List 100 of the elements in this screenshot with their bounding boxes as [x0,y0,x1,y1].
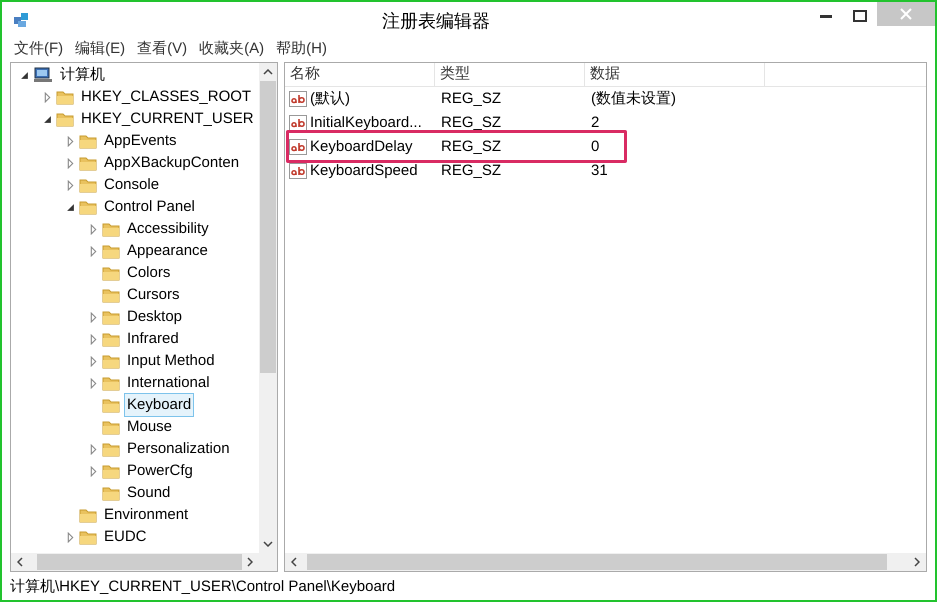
tree-item[interactable]: HKEY_CLASSES_ROOT [78,84,254,110]
tree-item[interactable]: HKEY_CURRENT_USER [78,106,257,132]
collapse-arrow-icon[interactable] [66,202,74,212]
folder-icon [79,177,97,193]
expand-arrow-icon[interactable] [44,92,50,102]
folder-icon [102,419,120,435]
expand-arrow-icon[interactable] [90,466,96,476]
tree-item[interactable]: PowerCfg [124,458,196,484]
tree-item[interactable]: 计算机 [57,63,108,88]
tree-item[interactable]: Environment [101,502,192,528]
tree-item[interactable]: Mouse [124,414,176,440]
folder-icon [102,221,120,237]
tree-item[interactable]: Personalization [124,436,233,462]
folder-icon [79,199,97,215]
value-type: REG_SZ [440,112,502,133]
expand-arrow-icon[interactable] [90,444,96,454]
value-type: REG_SZ [440,160,502,181]
folder-icon [79,529,97,545]
scrollbar-thumb[interactable] [37,554,242,570]
expand-arrow-icon[interactable] [66,532,74,542]
string-value-icon [289,163,307,179]
folder-icon [102,287,120,303]
expand-arrow-icon[interactable] [90,356,96,366]
horizontal-scrollbar[interactable] [285,553,926,571]
expand-arrow-icon[interactable] [66,158,74,168]
tree-item[interactable]: Appearance [124,238,211,264]
collapse-arrow-icon[interactable] [42,114,52,124]
tree-item[interactable]: Accessibility [124,216,212,242]
folder-icon [102,331,120,347]
expand-arrow-icon[interactable] [90,312,96,322]
folder-icon [102,243,120,259]
menu-item[interactable]: 查看(V) [137,38,188,60]
tree-item[interactable]: AppEvents [101,128,180,154]
column-header[interactable]: 数据 [585,63,765,86]
minimize-icon [820,14,832,18]
folder-icon [102,397,120,413]
tree-item[interactable]: AppXBackupConten [101,150,242,176]
menu-item[interactable]: 文件(F) [14,38,64,60]
collapse-arrow-icon[interactable] [20,70,28,80]
expand-arrow-icon[interactable] [90,334,96,344]
column-header[interactable]: 名称 [285,63,435,86]
value-type: REG_SZ [440,88,502,109]
menu-item[interactable]: 编辑(E) [75,38,126,60]
window-title: 注册表编辑器 [382,10,490,33]
expand-arrow-icon[interactable] [90,224,96,234]
value-name[interactable]: (默认) [310,88,350,110]
vertical-scrollbar[interactable] [259,63,277,553]
expand-arrow-icon[interactable] [90,246,96,256]
tree-item[interactable]: Sound [124,480,174,506]
folder-icon [79,133,97,149]
value-name[interactable]: KeyboardSpeed [310,160,418,182]
computer-icon [33,67,53,83]
maximize-icon [853,10,867,22]
tree-item[interactable]: Cursors [124,282,183,308]
tree-item[interactable]: Console [101,172,162,198]
tree-item[interactable]: Control Panel [101,194,198,220]
scroll-left-icon [17,557,23,567]
folder-icon [102,265,120,281]
horizontal-scrollbar[interactable] [11,553,277,571]
status-bar-path: 计算机\HKEY_CURRENT_USER\Control Panel\Keyboard [10,576,396,597]
tree-item[interactable]: Colors [124,260,174,286]
scroll-down-icon [263,541,273,547]
tree-item[interactable]: Input Method [124,348,218,374]
folder-icon [79,507,97,523]
tree-item[interactable]: EUDC [101,524,150,550]
folder-icon [102,441,120,457]
folder-icon [56,111,74,127]
tree-item[interactable]: International [124,370,213,396]
string-value-icon [289,139,307,155]
tree-item[interactable]: Infrared [124,326,182,352]
scroll-right-icon [247,557,253,567]
tree-item[interactable]: Desktop [124,304,186,330]
menu-item[interactable]: 收藏夹(A) [199,38,264,60]
folder-icon [102,353,120,369]
scroll-up-icon [263,69,273,75]
folder-icon [56,89,74,105]
string-value-icon [289,115,307,131]
scrollbar-thumb[interactable] [260,81,276,373]
value-data: 2 [590,112,600,133]
expand-arrow-icon[interactable] [66,180,74,190]
scroll-right-icon [914,557,920,567]
value-data: 31 [590,160,609,181]
value-name[interactable]: InitialKeyboard... [310,112,422,134]
scrollbar-thumb[interactable] [307,554,887,570]
value-data: 0 [590,136,600,157]
column-header[interactable]: 类型 [435,63,585,86]
expand-arrow-icon[interactable] [90,378,96,388]
folder-icon [102,485,120,501]
value-type: REG_SZ [440,136,502,157]
folder-icon [102,375,120,391]
value-name[interactable]: KeyboardDelay [310,136,413,158]
scroll-left-icon [291,557,297,567]
close-icon [900,8,912,20]
folder-icon [102,463,120,479]
expand-arrow-icon[interactable] [66,136,74,146]
folder-icon [79,155,97,171]
value-data: (数值未设置) [590,88,677,109]
menu-item[interactable]: 帮助(H) [276,38,327,60]
tree-item[interactable]: Keyboard [124,392,194,418]
folder-icon [102,309,120,325]
